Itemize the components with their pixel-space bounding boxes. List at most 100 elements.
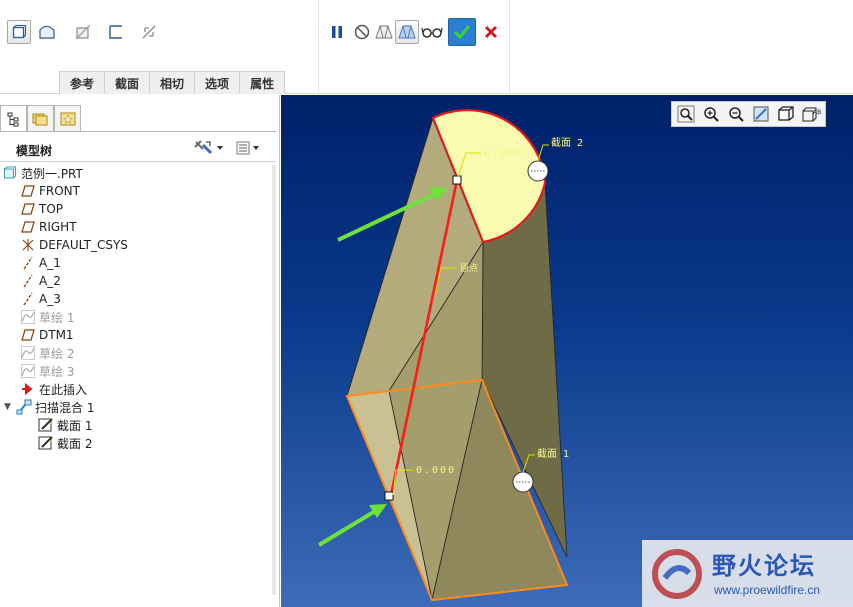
tree-node-right[interactable]: RIGHT [20,218,77,236]
tree-node-label: 草绘 1 [39,310,75,325]
collapse-icon[interactable]: ▼ [4,402,14,412]
remove-material-icon [75,24,91,40]
saved-views-icon: AB [802,107,821,122]
graphics-window[interactable]: 截面 2 截面 1 0.000 0.000 原点 AB 野火论坛 www.pro… [281,95,853,607]
pause-icon [332,26,342,38]
section-edit-icon [38,436,53,450]
tools-icon [194,140,213,155]
tree-settings-button[interactable] [193,139,225,157]
no-preview-button[interactable] [350,20,374,44]
tree-node-label: 截面 1 [57,418,93,433]
tree-node-swept-blend[interactable]: ▼ 扫描混合 1 [4,398,94,416]
confirm-button[interactable] [448,18,476,46]
cancel-button[interactable] [479,20,503,44]
datum-plane-icon [21,185,35,197]
tree-node-axis-a2[interactable]: A_2 [20,272,61,290]
zoom-in-button[interactable] [700,103,722,125]
glasses-preview-button[interactable] [420,20,444,44]
tree-node-sketch1[interactable]: 草绘 1 [20,308,74,326]
dashboard-tabs: 参考 截面 相切 选项 属性 [59,71,286,94]
chevron-down-icon [217,146,223,150]
repaint-icon [753,106,769,122]
glasses-preview-icon [421,27,443,38]
solid-button[interactable] [7,20,31,44]
tree-node-sketch3[interactable]: 草绘 3 [20,362,74,380]
tree-node-part[interactable]: 范例一.PRT [2,164,83,182]
verify-mode-button[interactable] [372,20,396,44]
display-style-button[interactable] [775,103,797,125]
tree-node-front[interactable]: FRONT [20,182,80,200]
tree-node-label: 扫描混合 1 [35,400,95,415]
pause-button[interactable] [325,20,349,44]
tab-properties[interactable]: 属性 [240,72,286,94]
show-menu-button[interactable] [235,140,261,156]
forum-watermark: 野火论坛 www.proewildfire.cn [642,540,853,607]
model-tree-header: 模型树 [0,137,276,161]
tab-folder-browser[interactable] [27,105,54,131]
flip-icon [142,25,156,39]
svg-text:AB: AB [813,109,821,116]
confirm-icon [453,24,471,40]
datum-axis-icon [23,256,33,270]
section2-label: 截面 2 [551,136,583,149]
annotation-arrow-bottom [317,504,387,547]
navigator-panel: 模型树 范例一.PRT FRONT TOP RIGHT DEFAULT_CSYS… [0,95,280,607]
watermark-url: www.proewildfire.cn [714,583,821,597]
tab-options[interactable]: 选项 [195,72,241,94]
insert-here-arrow-icon [22,382,33,396]
feature-preview-icon [398,25,416,39]
model-tree-title: 模型树 [16,144,53,158]
tab-favorites[interactable] [54,105,81,131]
thicken-icon [109,25,122,39]
tree-node-sketch2[interactable]: 草绘 2 [20,344,74,362]
tree-node-insert-here[interactable]: 在此插入 [20,380,87,398]
saved-views-button[interactable]: AB [800,103,822,125]
zoom-out-button[interactable] [725,103,747,125]
sketch-icon [21,364,35,378]
verify-mode-icon [375,25,393,39]
tab-references[interactable]: 参考 [59,72,106,94]
tree-node-label: 在此插入 [39,382,88,397]
tree-node-label: DTM1 [39,328,74,342]
model-scene: 截面 2 截面 1 0.000 0.000 原点 [317,109,583,602]
feature-preview-button[interactable] [395,20,419,44]
forum-logo-icon [652,549,702,599]
zoom-out-icon [729,107,744,122]
surface-button[interactable] [35,20,59,44]
datum-axis-icon [23,292,33,306]
tree-node-label: RIGHT [39,220,77,234]
start-point-bottom[interactable] [384,491,394,501]
folder-icon [32,113,47,125]
part-icon [4,166,16,179]
tree-scrollbar[interactable] [272,165,276,595]
tree-node-top[interactable]: TOP [20,200,63,218]
sketch-icon [21,310,35,324]
tab-sections[interactable]: 截面 [105,72,151,94]
tree-node-section1[interactable]: 截面 1 [38,416,92,434]
cancel-icon [484,25,498,39]
thicken-button[interactable] [104,20,128,44]
refit-button[interactable] [675,103,697,125]
tree-node-label: 截面 2 [57,436,93,451]
origin-label-top: 0.000 [484,148,524,159]
tree-node-axis-a3[interactable]: A_3 [20,290,61,308]
tab-model-tree[interactable] [0,105,27,132]
flip-button[interactable] [137,20,161,44]
start-point-top[interactable] [452,175,462,185]
remove-material-button[interactable] [71,20,95,44]
tree-node-default-csys[interactable]: DEFAULT_CSYS [20,236,128,254]
tab-tangency[interactable]: 相切 [150,72,196,94]
origin-label-bottom: 0.000 [416,465,456,476]
zoom-in-icon [704,107,719,122]
tree-node-axis-a1[interactable]: A_1 [20,254,61,272]
csys-icon [22,239,34,251]
repaint-button[interactable] [750,103,772,125]
tree-node-dtm1[interactable]: DTM1 [20,326,74,344]
tree-node-section2[interactable]: 截面 2 [38,434,92,452]
favorites-icon [60,112,75,125]
tree-node-label: A_2 [39,274,61,288]
shaded-cube-icon [778,106,794,121]
solid-icon [12,24,27,39]
tree-node-label: 草绘 2 [39,346,75,361]
tree-node-label: FRONT [39,184,80,198]
